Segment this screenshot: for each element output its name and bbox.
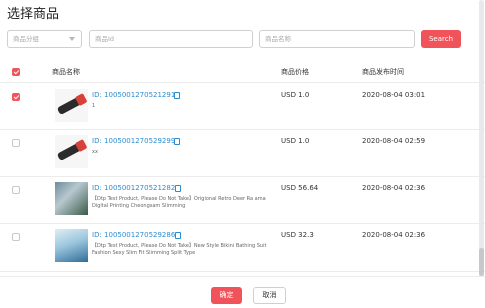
product-thumbnail [55,182,88,215]
publish-time: 2020-08-04 02:36 [362,231,426,239]
product-price: USD 56.64 [281,184,319,192]
copy-icon[interactable] [175,185,181,192]
category-select[interactable]: 商品分组 [7,30,82,48]
header-product-price: 商品价格 [281,68,309,76]
category-select-placeholder: 商品分组 [13,35,39,43]
row-checkbox[interactable] [12,186,20,194]
publish-time: 2020-08-04 02:36 [362,184,426,192]
product-id-placeholder: 商品Id [95,35,115,43]
product-name-input[interactable]: 商品名称 [259,30,415,48]
product-thumbnail [55,89,88,122]
row-checkbox[interactable] [12,93,20,101]
copy-icon[interactable] [174,92,180,99]
table-row[interactable]: ID: 1005001270529286 【Dtp Test Product, … [0,224,485,272]
product-id-input[interactable]: 商品Id [89,30,253,48]
product-description: 【Dtp Test Product, Please Do Not Take】Or… [92,196,266,209]
row-checkbox[interactable] [12,233,20,241]
publish-time: 2020-08-04 03:01 [362,91,426,99]
filter-bar: 商品分组 商品Id 商品名称 Search [7,30,461,48]
product-id[interactable]: ID: 1005001270529286 [92,231,175,239]
header-publish-time: 商品发布时间 [362,68,404,76]
product-id[interactable]: ID: 1005001270521282 [92,184,175,192]
table-row[interactable]: ID: 1005001270521291 1 USD 1.0 2020-08-0… [0,84,485,130]
cancel-button[interactable]: 取消 [253,287,286,304]
confirm-button[interactable]: 确定 [211,287,242,304]
product-id[interactable]: ID: 1005001270529299 [92,137,175,145]
product-price: USD 1.0 [281,91,310,99]
product-description: xx [92,149,98,155]
publish-time: 2020-08-04 02:59 [362,137,426,145]
page-title: 选择商品 [7,7,60,22]
product-price: USD 32.3 [281,231,314,239]
select-all-checkbox[interactable] [12,68,20,76]
copy-icon[interactable] [175,232,181,239]
copy-icon[interactable] [174,138,180,145]
chevron-down-icon [69,37,75,41]
scrollbar-track[interactable] [479,0,484,278]
search-button[interactable]: Search [421,30,461,48]
product-description: 【Dtp Test Product, Please Do Not Take】Ne… [92,243,267,256]
row-checkbox[interactable] [12,139,20,147]
dialog-footer: 确定 取消 [0,276,485,308]
table-header: 商品名称 商品价格 商品发布时间 [0,61,485,83]
product-description: 1 [92,103,96,109]
header-product-name: 商品名称 [52,68,80,76]
product-price: USD 1.0 [281,137,310,145]
product-name-placeholder: 商品名称 [265,35,291,43]
product-id[interactable]: ID: 1005001270521291 [92,91,175,99]
product-thumbnail [55,135,88,168]
scrollbar-thumb[interactable] [479,248,484,276]
table-row[interactable]: ID: 1005001270529299 xx USD 1.0 2020-08-… [0,130,485,177]
product-thumbnail [55,229,88,262]
table-row[interactable]: ID: 1005001270521282 【Dtp Test Product, … [0,177,485,224]
